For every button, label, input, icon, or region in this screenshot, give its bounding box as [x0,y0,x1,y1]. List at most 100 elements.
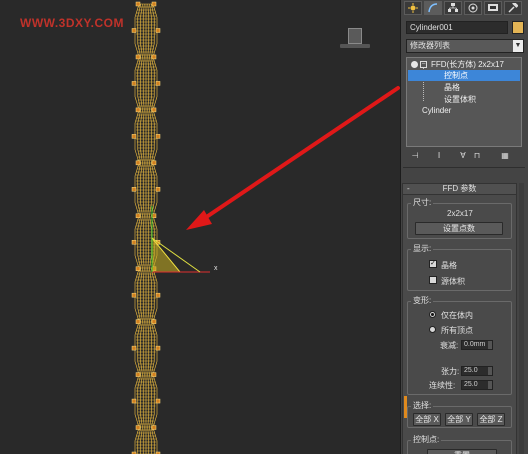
control-point[interactable] [131,292,137,298]
control-point[interactable] [151,160,157,166]
collapse-icon: - [407,184,410,193]
collapse-toggle-icon[interactable]: − [420,61,427,68]
control-point[interactable] [131,239,137,245]
continuity-value: 25.0 [464,381,478,388]
control-point[interactable] [135,160,141,166]
control-point[interactable] [151,107,157,113]
panel-divider [403,167,525,168]
modifier-list-label: 修改器列表 [410,41,450,50]
modifier-list-dropdown[interactable]: 修改器列表 ▼ [406,39,524,53]
stack-item-control-points[interactable]: 控制点 [408,70,520,81]
spinner-arrows-icon[interactable] [488,381,492,389]
falloff-spinner[interactable]: 0.0mm [461,340,493,350]
spinner-arrows-icon[interactable] [488,367,492,375]
control-point[interactable] [135,1,141,7]
control-point[interactable] [135,213,141,219]
reset-button[interactable]: 重置 [427,449,497,454]
stack-item-cylinder[interactable]: Cylinder [422,106,451,115]
stack-item-ffd[interactable]: FFD(长方体) 2x2x17 [431,59,504,70]
object-color-swatch[interactable] [512,21,524,34]
selection-title: 选择: [411,401,434,410]
control-point[interactable] [151,213,157,219]
motion-icon [468,3,478,13]
panel-scrollbar[interactable] [519,183,524,454]
control-point[interactable] [135,319,141,324]
lightbulb-icon[interactable] [411,61,418,68]
create-tab[interactable] [404,1,422,15]
modifier-stack[interactable]: − FFD(长方体) 2x2x17 控制点 晶格 设置体积 Cylinder [406,57,522,147]
configure-sets-icon[interactable]: ▦ [500,150,510,161]
dimensions-title: 尺寸: [411,198,434,207]
object-name-field[interactable]: Cylinder001 [406,21,508,34]
select-all-x-button[interactable]: 全部 X [413,413,441,426]
pin-stack-icon[interactable]: ⊣ [410,150,420,161]
source-volume-label: 源体积 [441,277,465,286]
spinner-arrows-icon[interactable] [488,341,492,349]
control-point[interactable] [155,28,161,33]
viewcube-cube-icon[interactable] [348,28,362,44]
tension-spinner[interactable]: 25.0 [461,366,493,376]
control-point[interactable] [131,81,137,86]
hierarchy-icon [448,3,458,12]
hammer-icon [508,3,518,13]
control-point[interactable] [135,372,141,377]
falloff-label: 衰减: [440,341,459,350]
control-point[interactable] [155,345,161,351]
control-point[interactable] [151,54,157,60]
display-icon [488,4,498,11]
set-number-of-points-button[interactable]: 设置点数 [415,222,503,235]
viewcube[interactable] [340,28,370,50]
control-point[interactable] [155,81,161,86]
control-point[interactable] [135,266,141,271]
command-panel-tabs [404,1,526,15]
control-point[interactable] [131,398,137,404]
control-point[interactable] [135,107,141,113]
source-volume-checkbox[interactable] [429,276,437,284]
ffd-params-rollout-header[interactable]: - FFD 参数 [402,183,517,195]
curve-icon [428,3,438,13]
control-point[interactable] [151,1,157,7]
control-point[interactable] [131,134,137,139]
lattice-checkbox[interactable]: ✓ [429,260,437,268]
control-point[interactable] [131,345,137,351]
perspective-viewport[interactable]: x WWW.3DXY.COM [0,0,400,454]
make-unique-icon[interactable]: ∀ [458,150,468,161]
control-point[interactable] [151,319,157,324]
control-point[interactable] [151,372,157,377]
modify-tab[interactable] [424,1,442,15]
only-in-volume-radio[interactable] [429,311,436,318]
control-point[interactable] [155,292,161,298]
hierarchy-tab[interactable] [444,1,462,15]
control-point[interactable] [131,187,137,192]
select-all-z-button[interactable]: 全部 Z [477,413,505,426]
ffd-params-rollout: 尺寸: 2x2x17 设置点数 显示: ✓ 晶格 源体积 变形: 仅在体内 所有… [402,195,517,454]
all-vertices-radio[interactable] [429,326,436,333]
all-vertices-label: 所有顶点 [441,326,473,335]
select-all-y-button[interactable]: 全部 Y [445,413,473,426]
display-title: 显示: [411,244,434,253]
remove-modifier-icon[interactable]: ⊓ [472,150,482,161]
scene-canvas[interactable]: x [0,0,400,454]
tension-value: 25.0 [464,367,478,374]
viewcube-ring[interactable] [340,44,370,48]
display-tab[interactable] [484,1,502,15]
control-point[interactable] [155,134,161,139]
control-point[interactable] [135,54,141,60]
rollout-marker [404,396,407,418]
control-point[interactable] [135,425,141,430]
control-point[interactable] [155,398,161,404]
motion-tab[interactable] [464,1,482,15]
control-points-title: 控制点: [411,435,442,444]
gizmo-x-label: x [214,265,218,272]
utilities-tab[interactable] [504,1,522,15]
chevron-down-icon[interactable]: ▼ [513,40,523,52]
control-point[interactable] [151,425,157,430]
control-point[interactable] [155,187,161,192]
stack-item-lattice[interactable]: 晶格 [444,82,460,93]
continuity-spinner[interactable]: 25.0 [461,380,493,390]
show-end-result-icon[interactable]: Ⅰ [434,150,444,161]
stack-item-set-volume[interactable]: 设置体积 [444,94,476,105]
ffd-lattice-mesh[interactable] [131,1,161,454]
deform-title: 变形: [411,296,434,305]
control-point[interactable] [131,28,137,33]
